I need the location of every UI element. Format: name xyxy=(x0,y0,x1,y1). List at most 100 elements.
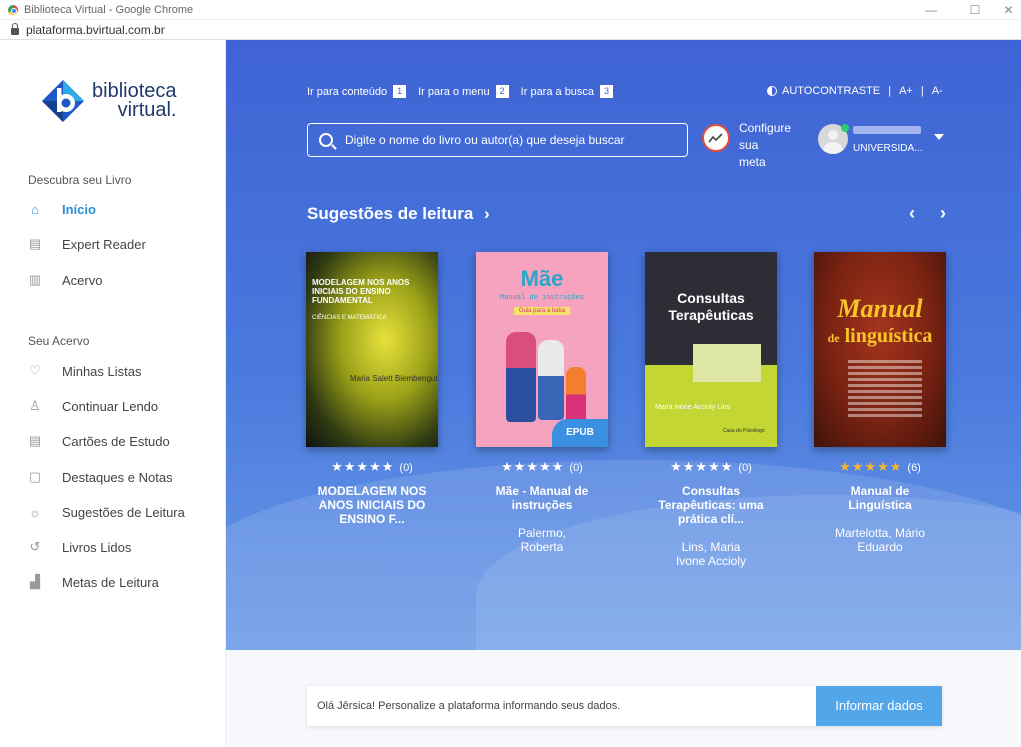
rating-count: (0) xyxy=(738,462,752,474)
book-logo-icon xyxy=(42,80,84,122)
book-title[interactable]: Consultas Terapêuticas: uma prática clí.… xyxy=(645,484,777,526)
sidebar-item-destaques-e-notas[interactable]: ▢ Destaques e Notas xyxy=(27,467,173,487)
sidebar-item-livros-lidos[interactable]: ↺ Livros Lidos xyxy=(27,537,132,557)
section-discover: Descubra seu Livro xyxy=(28,173,132,187)
close-button[interactable]: ✕ xyxy=(996,0,1021,20)
sidebar-item-metas-de-leitura[interactable]: ▟ Metas de Leitura xyxy=(27,572,159,592)
sidebar-item-label: Sugestões de Leitura xyxy=(62,504,185,520)
book-card[interactable]: Consultas Terapêuticas Maria Ivone Accio… xyxy=(645,252,777,568)
chart-icon: ▟ xyxy=(30,574,40,589)
font-decrease-button[interactable]: A- xyxy=(932,85,943,97)
cover-subtitle: CIÊNCIAS E MATEMÁTICA xyxy=(312,315,387,321)
cover-author-list xyxy=(848,357,922,420)
bookshelf-icon: ▥ xyxy=(28,272,42,287)
sidebar-item-label: Livros Lidos xyxy=(62,539,132,555)
note-icon: ▢ xyxy=(28,469,42,484)
informar-dados-button[interactable]: Informar dados xyxy=(816,686,942,726)
rating-stars: ★★★★★ xyxy=(331,459,395,474)
sidebar-item-label: Início xyxy=(62,201,96,217)
heart-icon: ♡ xyxy=(29,363,41,378)
cover-illustration xyxy=(538,340,564,420)
chrome-logo-icon xyxy=(8,4,18,15)
contrast-icon xyxy=(767,86,777,96)
suggestions-title: Sugestões de leitura xyxy=(307,204,474,223)
suggestions-heading[interactable]: Sugestões de leitura › xyxy=(307,204,490,224)
rating-stars: ★★★★★ xyxy=(839,459,903,474)
online-status-icon xyxy=(841,124,849,132)
browser-title-bar: Biblioteca Virtual - Google Chrome — ☐ ✕ xyxy=(0,0,1021,20)
shortcut-key-2: 2 xyxy=(495,85,509,98)
sidebar-item-continuar-lendo[interactable]: ♙ Continuar Lendo xyxy=(27,396,158,416)
rating-stars: ★★★★★ xyxy=(670,459,734,474)
maximize-button[interactable]: ☐ xyxy=(960,0,990,20)
book-author: Martelotta, Mário Eduardo xyxy=(834,526,926,554)
sidebar-item-acervo[interactable]: ▥ Acervo xyxy=(27,270,103,290)
epub-badge: EPUB xyxy=(552,419,608,447)
search-placeholder: Digite o nome do livro ou autor(a) que d… xyxy=(345,133,625,147)
accessibility-controls: AUTOCONTRASTE | A+ | A- xyxy=(767,85,943,97)
book-cover[interactable]: Manual de linguística xyxy=(814,252,946,447)
book-title[interactable]: MODELAGEM NOS ANOS INICIAIS DO ENSINO F.… xyxy=(306,484,438,526)
book-author: Palermo, Roberta xyxy=(517,526,567,554)
book-card[interactable]: Manual de linguística ★★★★★ (6) Manual de… xyxy=(814,252,946,554)
carousel-next-button[interactable]: › xyxy=(940,203,956,223)
sidebar-item-sugestoes-de-leitura[interactable]: ☼ Sugestões de Leitura xyxy=(27,502,185,522)
user-menu-chevron-down-icon[interactable] xyxy=(934,134,944,140)
separator: | xyxy=(888,85,892,97)
sidebar-item-minhas-listas[interactable]: ♡ Minhas Listas xyxy=(27,361,141,381)
sidebar: biblioteca virtual. Descubra seu Livro ⌂… xyxy=(0,40,226,747)
brand-logo[interactable]: biblioteca virtual. xyxy=(40,78,177,124)
cover-publisher: Casa do Psicólogo xyxy=(723,428,765,434)
sidebar-item-inicio[interactable]: ⌂ Início xyxy=(27,199,96,219)
profile-prompt-message: Olá Jêrsica! Personalize a plataforma in… xyxy=(317,700,621,712)
goal-line2: meta xyxy=(739,155,766,169)
book-card[interactable]: MODELAGEM NOS ANOS INICIAIS DO ENSINO FU… xyxy=(306,252,438,526)
cover-subtitle-small: de xyxy=(827,331,840,345)
cover-subtitle: Manual de instruções xyxy=(499,294,584,302)
cover-title: Mãe xyxy=(520,266,564,291)
rating: ★★★★★ (6) xyxy=(814,459,946,475)
skip-to-search-link[interactable]: Ir para a busca xyxy=(521,86,594,98)
sidebar-item-cartoes-de-estudo[interactable]: ▤ Cartões de Estudo xyxy=(27,431,170,451)
user-organization: UNIVERSIDA... xyxy=(853,143,923,154)
book-author: Lins, Maria Ivone Accioly xyxy=(675,540,747,568)
book-card[interactable]: Mãe Manual de instruções Guia para a bab… xyxy=(476,252,608,554)
book-cover[interactable]: Mãe Manual de instruções Guia para a bab… xyxy=(476,252,608,447)
history-icon: ↺ xyxy=(29,539,41,554)
cover-title: MODELAGEM NOS ANOS INICIAIS DO ENSINO FU… xyxy=(312,278,410,305)
cover-decoration xyxy=(693,344,761,382)
minimize-button[interactable]: — xyxy=(916,0,946,20)
chevron-right-icon: › xyxy=(484,204,490,223)
carousel-prev-button[interactable]: ‹ xyxy=(909,203,925,223)
sidebar-item-label: Metas de Leitura xyxy=(62,574,159,590)
cover-author: Maria Salett Biembengut xyxy=(350,374,438,383)
goal-chart-icon[interactable] xyxy=(702,124,730,152)
lock-icon xyxy=(11,23,19,35)
sidebar-item-expert-reader[interactable]: ▤ Expert Reader xyxy=(27,234,146,254)
search-input[interactable]: Digite o nome do livro ou autor(a) que d… xyxy=(307,123,688,157)
book-title[interactable]: Manual de Linguística xyxy=(840,484,920,512)
rating-count: (0) xyxy=(399,462,413,474)
rating-stars: ★★★★★ xyxy=(501,459,565,474)
skip-to-menu-link[interactable]: Ir para o menu xyxy=(418,86,490,98)
skip-to-content-link[interactable]: Ir para conteúdo xyxy=(307,86,387,98)
sidebar-item-label: Acervo xyxy=(62,272,103,288)
reading-person-icon: ♙ xyxy=(29,398,41,413)
book-cover[interactable]: Consultas Terapêuticas Maria Ivone Accio… xyxy=(645,252,777,447)
url-text[interactable]: plataforma.bvirtual.com.br xyxy=(26,23,165,37)
book-cover[interactable]: MODELAGEM NOS ANOS INICIAIS DO ENSINO FU… xyxy=(306,252,438,447)
autocontrast-button[interactable]: AUTOCONTRASTE xyxy=(782,85,880,97)
sidebar-item-label: Continuar Lendo xyxy=(62,398,159,414)
search-icon xyxy=(319,133,333,147)
address-bar[interactable]: plataforma.bvirtual.com.br xyxy=(0,20,1021,40)
rating-count: (0) xyxy=(569,462,583,474)
user-name-redacted xyxy=(853,126,921,134)
hero-section: Ir para conteúdo 1 Ir para o menu 2 Ir p… xyxy=(226,40,1021,650)
book-title[interactable]: Mãe - Manual de instruções xyxy=(476,484,608,512)
cover-subtitle: de linguística xyxy=(814,325,946,348)
document-list-icon: ▤ xyxy=(28,236,42,251)
font-increase-button[interactable]: A+ xyxy=(899,85,913,97)
configure-goal-link[interactable]: Configure sua meta xyxy=(739,120,809,171)
rating: ★★★★★ (0) xyxy=(645,459,777,475)
cover-tag: Guia para a baba xyxy=(514,307,570,315)
